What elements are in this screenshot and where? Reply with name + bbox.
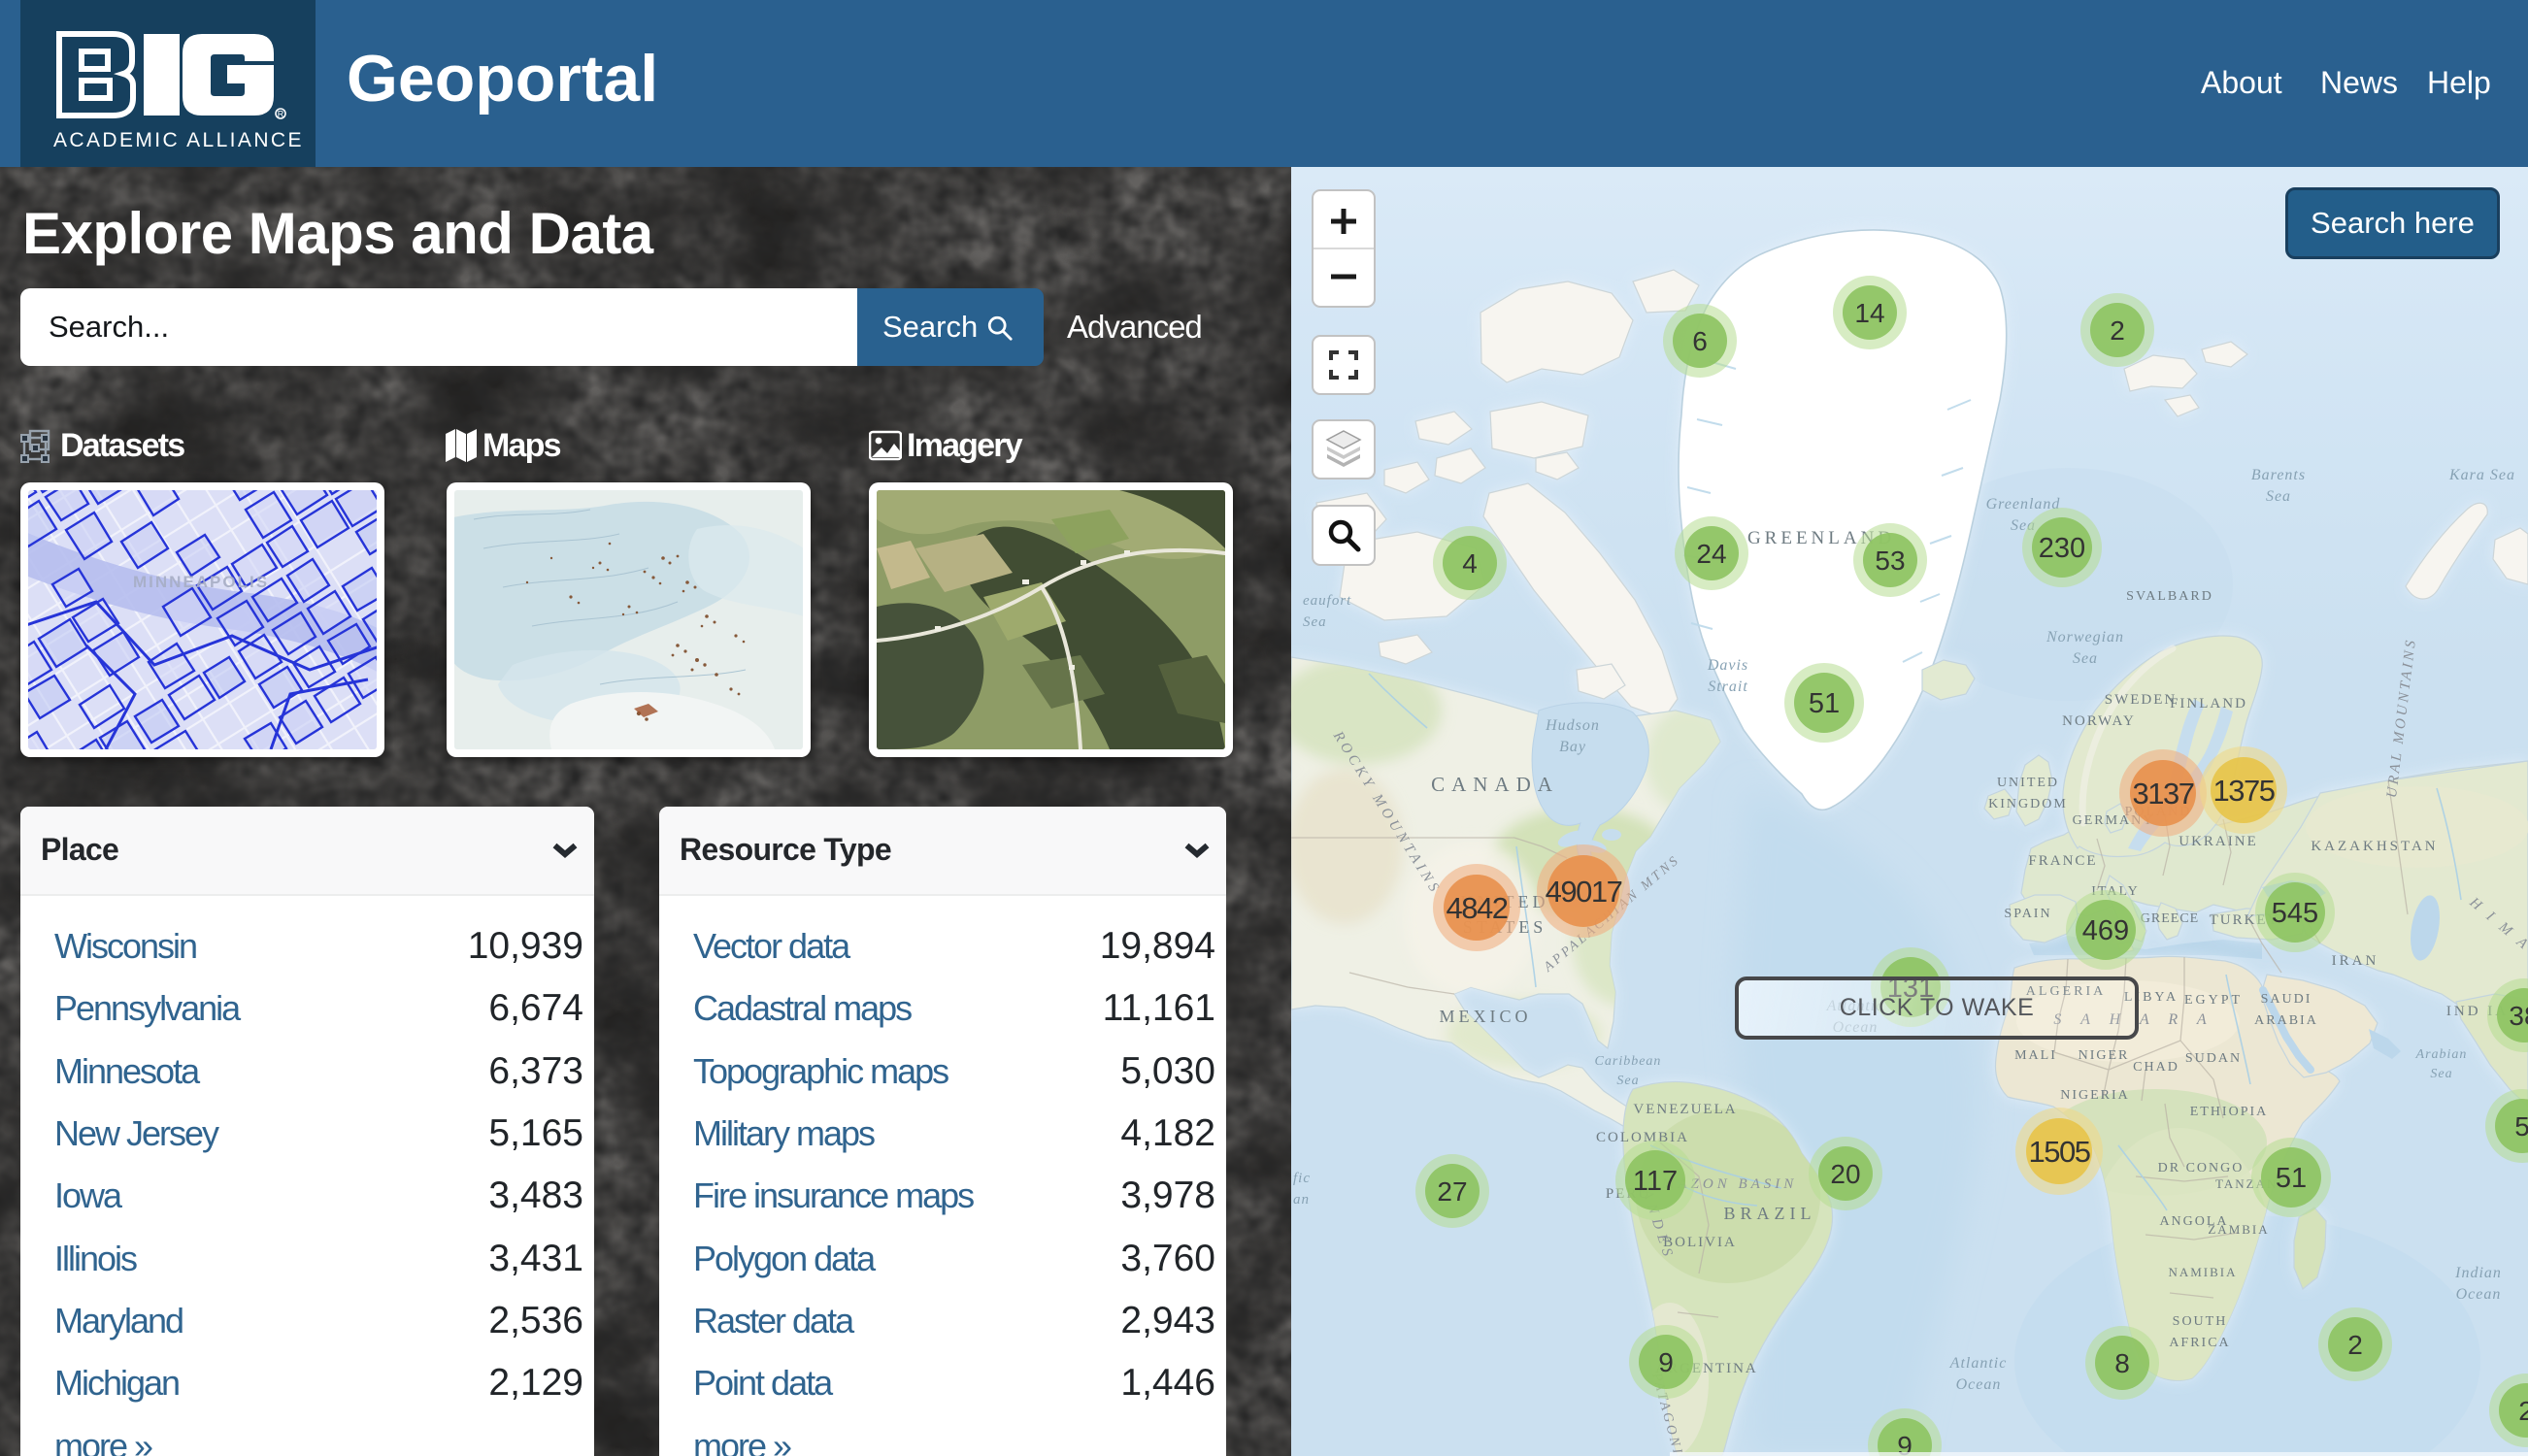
svg-text:9: 9 — [1658, 1347, 1674, 1377]
svg-text:NIGER: NIGER — [2079, 1048, 2130, 1063]
svg-text:14: 14 — [1854, 298, 1884, 328]
svg-text:24: 24 — [1696, 539, 1726, 569]
svg-text:Hudson: Hudson — [1545, 717, 1600, 734]
svg-text:Davis: Davis — [1707, 657, 1748, 674]
svg-text:FINLAND: FINLAND — [2170, 696, 2247, 711]
svg-text:38: 38 — [2509, 1001, 2528, 1031]
svg-text:1505: 1505 — [2029, 1135, 2090, 1169]
svg-text:ARABIA: ARABIA — [2254, 1013, 2318, 1028]
svg-text:IRAN: IRAN — [2332, 953, 2379, 969]
svg-text:8: 8 — [2114, 1348, 2130, 1378]
svg-text:NORWAY: NORWAY — [2062, 713, 2136, 729]
svg-text:545: 545 — [2272, 898, 2318, 929]
svg-text:CANADA: CANADA — [1431, 773, 1559, 796]
svg-text:FRANCE: FRANCE — [2028, 853, 2097, 869]
svg-text:BRAZIL: BRAZIL — [1724, 1204, 1816, 1223]
svg-text:R: R — [278, 110, 284, 119]
svg-text:KAZAKHSTAN: KAZAKHSTAN — [2311, 839, 2438, 854]
svg-text:NAMIBIA: NAMIBIA — [2168, 1265, 2237, 1279]
svg-text:Ocean: Ocean — [2456, 1286, 2502, 1303]
svg-text:SUDAN: SUDAN — [2185, 1051, 2242, 1066]
svg-text:Indian: Indian — [2454, 1265, 2502, 1281]
svg-text:Atlantic: Atlantic — [1949, 1355, 2008, 1372]
svg-text:MINNEAPOLIS: MINNEAPOLIS — [133, 573, 269, 591]
svg-text:Caribbean: Caribbean — [1595, 1054, 1662, 1069]
svg-text:MALI: MALI — [2014, 1048, 2057, 1063]
svg-text:51: 51 — [1809, 688, 1840, 719]
svg-text:Sea: Sea — [2073, 650, 2098, 667]
svg-text:230: 230 — [2039, 533, 2085, 564]
svg-text:Norwegian: Norwegian — [2046, 629, 2124, 645]
svg-text:SWEDEN: SWEDEN — [2105, 692, 2178, 708]
svg-text:53: 53 — [1875, 546, 1905, 576]
svg-text:UKRAINE: UKRAINE — [2179, 834, 2258, 849]
svg-text:an: an — [1293, 1192, 1310, 1208]
svg-text:Barents: Barents — [2251, 467, 2306, 483]
svg-text:Bay: Bay — [1559, 739, 1586, 755]
svg-text:SVALBARD: SVALBARD — [2126, 589, 2213, 604]
svg-text:Sea: Sea — [1616, 1074, 1639, 1088]
svg-text:VENEZUELA: VENEZUELA — [1633, 1102, 1737, 1117]
svg-text:GREECE: GREECE — [2141, 911, 2199, 926]
svg-text:6: 6 — [1692, 326, 1708, 356]
svg-text:Ocean: Ocean — [1956, 1376, 2002, 1393]
svg-text:KINGDOM: KINGDOM — [1988, 797, 2068, 811]
svg-text:SOUTH: SOUTH — [2173, 1314, 2228, 1329]
svg-text:ZAMBIA: ZAMBIA — [2208, 1222, 2269, 1237]
svg-text:20: 20 — [1830, 1159, 1860, 1189]
svg-text:Sea: Sea — [2266, 488, 2291, 505]
svg-text:2: 2 — [2110, 315, 2125, 346]
svg-text:2: 2 — [2347, 1330, 2363, 1360]
svg-text:SPAIN: SPAIN — [2004, 907, 2051, 921]
svg-text:3137: 3137 — [2133, 777, 2194, 811]
svg-text:4: 4 — [1462, 548, 1478, 579]
svg-text:EGYPT: EGYPT — [2184, 993, 2243, 1008]
svg-text:51: 51 — [2276, 1163, 2307, 1194]
svg-text:NIGERIA: NIGERIA — [2060, 1088, 2130, 1103]
svg-text:469: 469 — [2082, 915, 2129, 946]
svg-text:ETHIOPIA: ETHIOPIA — [2190, 1105, 2269, 1119]
svg-text:1375: 1375 — [2213, 774, 2275, 808]
svg-text:49017: 49017 — [1546, 875, 1622, 909]
svg-text:fic: fic — [1293, 1171, 1311, 1186]
svg-text:DR CONGO: DR CONGO — [2158, 1161, 2245, 1175]
svg-text:Strait: Strait — [1708, 678, 1748, 695]
svg-text:117: 117 — [1633, 1166, 1678, 1197]
svg-text:eaufort: eaufort — [1303, 593, 1351, 609]
svg-text:4842: 4842 — [1447, 891, 1508, 925]
svg-text:UNITED: UNITED — [1997, 776, 2059, 790]
svg-text:AFRICA: AFRICA — [2169, 1336, 2230, 1350]
svg-text:CHAD: CHAD — [2133, 1060, 2179, 1075]
svg-text:5: 5 — [2514, 1111, 2528, 1142]
svg-text:27: 27 — [1437, 1176, 1467, 1207]
svg-text:SAUDI: SAUDI — [2261, 992, 2312, 1007]
svg-text:MEXICO: MEXICO — [1440, 1007, 1532, 1026]
svg-text:Sea: Sea — [1303, 614, 1327, 630]
svg-text:Sea: Sea — [2430, 1067, 2452, 1081]
svg-text:Arabian: Arabian — [2415, 1047, 2468, 1062]
svg-text:Kara Sea: Kara Sea — [2448, 467, 2515, 483]
svg-text:2: 2 — [2518, 1396, 2528, 1426]
